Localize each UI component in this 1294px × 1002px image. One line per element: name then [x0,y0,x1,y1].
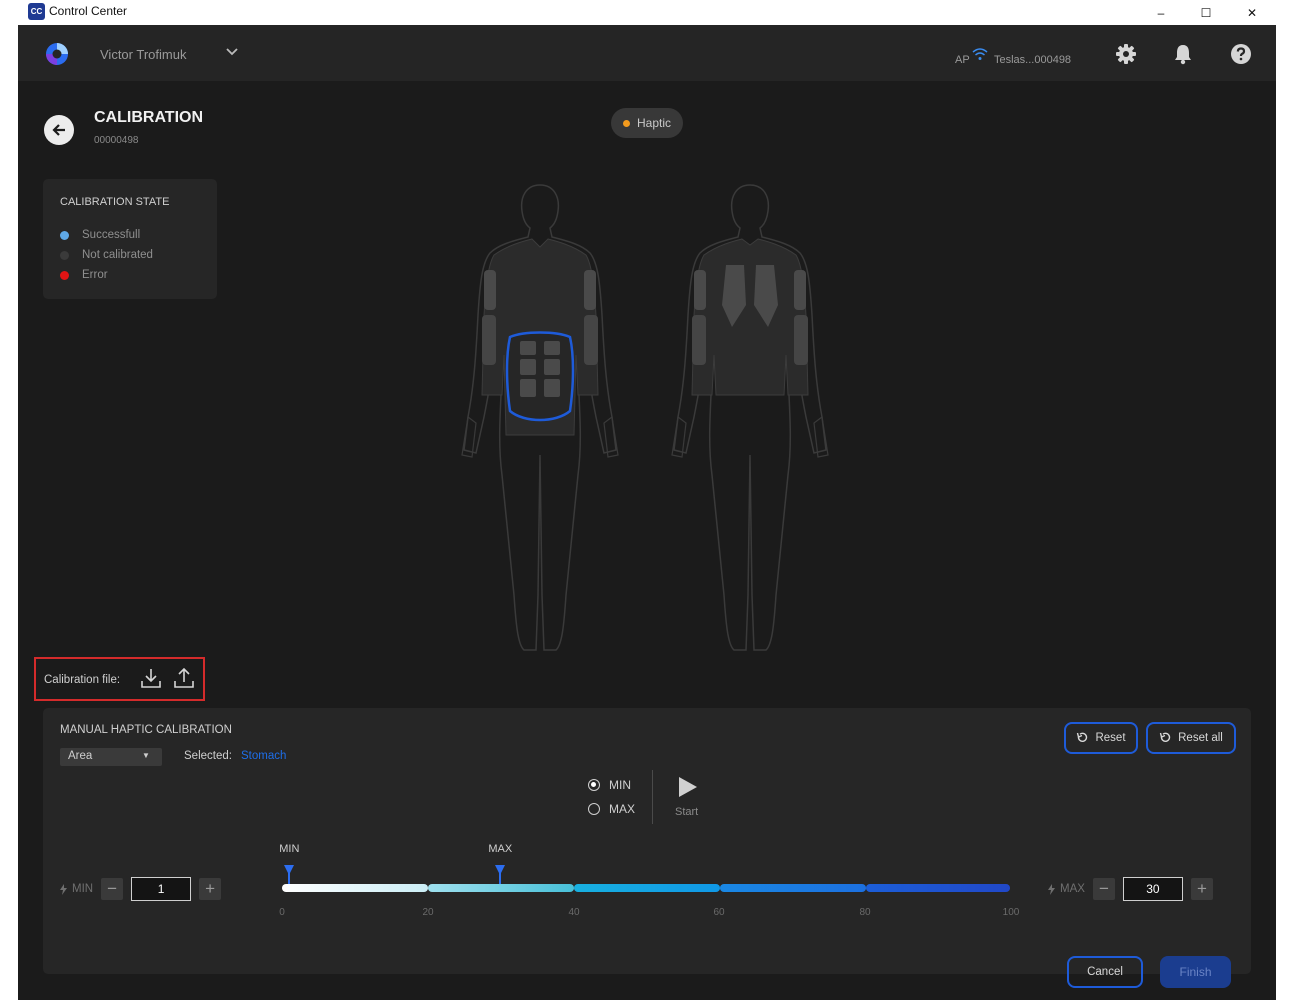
arrow-left-icon [52,124,65,136]
haptic-mode-chip[interactable]: Haptic [611,108,683,138]
lightning-icon [1048,883,1055,895]
body-map[interactable] [428,155,858,655]
reset-icon [1077,732,1088,743]
selected-label: Selected: [184,750,232,762]
finish-button[interactable]: Finish [1160,956,1231,988]
reset-label: Reset [1095,732,1126,744]
window-titlebar: CC Control Center – ☐ ✕ [18,0,1276,25]
max-value-text: MAX [1060,883,1085,895]
help-icon[interactable] [1230,43,1252,65]
area-select[interactable]: Area ▼ [60,748,162,766]
network-name: Teslas...000498 [994,54,1072,66]
slider-segment [866,884,1010,892]
slider-tick: 100 [1002,907,1020,918]
min-increment-button[interactable]: + [199,878,222,900]
upload-icon[interactable] [173,667,195,689]
cancel-label: Cancel [1087,966,1123,978]
radio-button-min[interactable] [588,779,600,791]
radio-button-max[interactable] [588,803,600,815]
reset-all-button[interactable]: Reset all [1146,722,1236,754]
min-value-control: MIN − + [60,877,222,901]
slider-tick: 60 [713,907,725,918]
radio-min[interactable]: MIN [588,778,631,792]
state-label: Not calibrated [82,249,153,261]
state-label: Successfull [82,229,141,241]
max-value-control: MAX − + [1048,877,1213,901]
status-dot [622,119,630,127]
min-decrement-button[interactable]: − [101,878,124,900]
window-title: Control Center [49,4,128,18]
max-marker-label: MAX [488,843,513,855]
max-decrement-button[interactable]: − [1092,878,1115,900]
state-label: Error [82,269,108,281]
slider-tick: 40 [568,907,580,918]
minimize-button[interactable]: – [1138,0,1184,25]
reset-icon [1159,732,1171,743]
app-icon: CC [28,3,45,20]
min-value-text: MIN [72,883,94,895]
max-value-label: MAX [1048,883,1085,895]
radio-max[interactable]: MAX [588,802,635,816]
slider-segment [720,884,866,892]
intensity-slider-track[interactable] [282,884,1010,892]
app-header: Victor Trofimuk AP Teslas...000498 [18,25,1276,81]
play-icon[interactable] [678,776,698,798]
start-label[interactable]: Start [675,806,698,818]
divider [652,770,653,824]
gear-icon[interactable] [1115,43,1137,65]
cancel-button[interactable]: Cancel [1067,956,1143,988]
app-window: Victor Trofimuk AP Teslas...000498 CALIB… [18,25,1276,1000]
min-value-input[interactable] [131,877,192,901]
bell-icon[interactable] [1173,43,1193,65]
radio-min-label: MIN [609,778,631,792]
lightning-icon [60,883,67,895]
caret-down-icon: ▼ [142,751,150,760]
slider-tick: 0 [279,907,285,918]
max-increment-button[interactable]: + [1190,878,1213,900]
device-id: 00000498 [94,135,139,146]
status-dot [60,230,69,240]
slider-tick: 80 [859,907,871,918]
logo-icon [46,43,68,65]
max-value-input[interactable] [1122,877,1183,901]
user-name[interactable]: Victor Trofimuk [100,47,186,62]
state-not-calibrated: Not calibrated [60,247,153,263]
radio-max-label: MAX [609,802,636,816]
ap-label: AP [955,54,970,66]
maximize-button[interactable]: ☐ [1183,0,1229,25]
state-successful: Successfull [60,227,140,243]
status-dot [60,270,69,280]
manual-calibration-title: MANUAL HAPTIC CALIBRATION [60,724,232,736]
reset-button[interactable]: Reset [1064,722,1138,754]
reset-all-label: Reset all [1178,732,1223,744]
haptic-chip-label: Haptic [636,116,671,130]
status-dot [60,250,69,260]
slider-tick: 20 [422,907,434,918]
calibration-file-box: Calibration file: [34,657,205,701]
calibration-state-panel: CALIBRATION STATE Successfull Not calibr… [43,179,217,299]
state-error: Error [60,267,108,283]
calibration-state-title: CALIBRATION STATE [60,196,170,208]
slider-segment [282,884,428,892]
min-marker-label: MIN [279,843,300,855]
chevron-down-icon[interactable] [226,47,238,57]
area-select-value: Area [68,750,93,762]
slider-segment [428,884,574,892]
back-button[interactable] [44,115,74,145]
download-icon[interactable] [140,667,162,689]
close-button[interactable]: ✕ [1229,0,1275,25]
min-value-label: MIN [60,883,93,895]
selected-area-value: Stomach [241,750,287,762]
body-front[interactable] [461,184,619,651]
body-back[interactable] [671,184,829,651]
wifi-icon [972,48,988,60]
manual-calibration-panel: MANUAL HAPTIC CALIBRATION Area ▼ Selecte… [43,708,1251,988]
finish-label: Finish [1179,965,1212,979]
page-title: CALIBRATION [94,109,204,126]
slider-segment [574,884,720,892]
calibration-file-label: Calibration file: [44,674,121,686]
